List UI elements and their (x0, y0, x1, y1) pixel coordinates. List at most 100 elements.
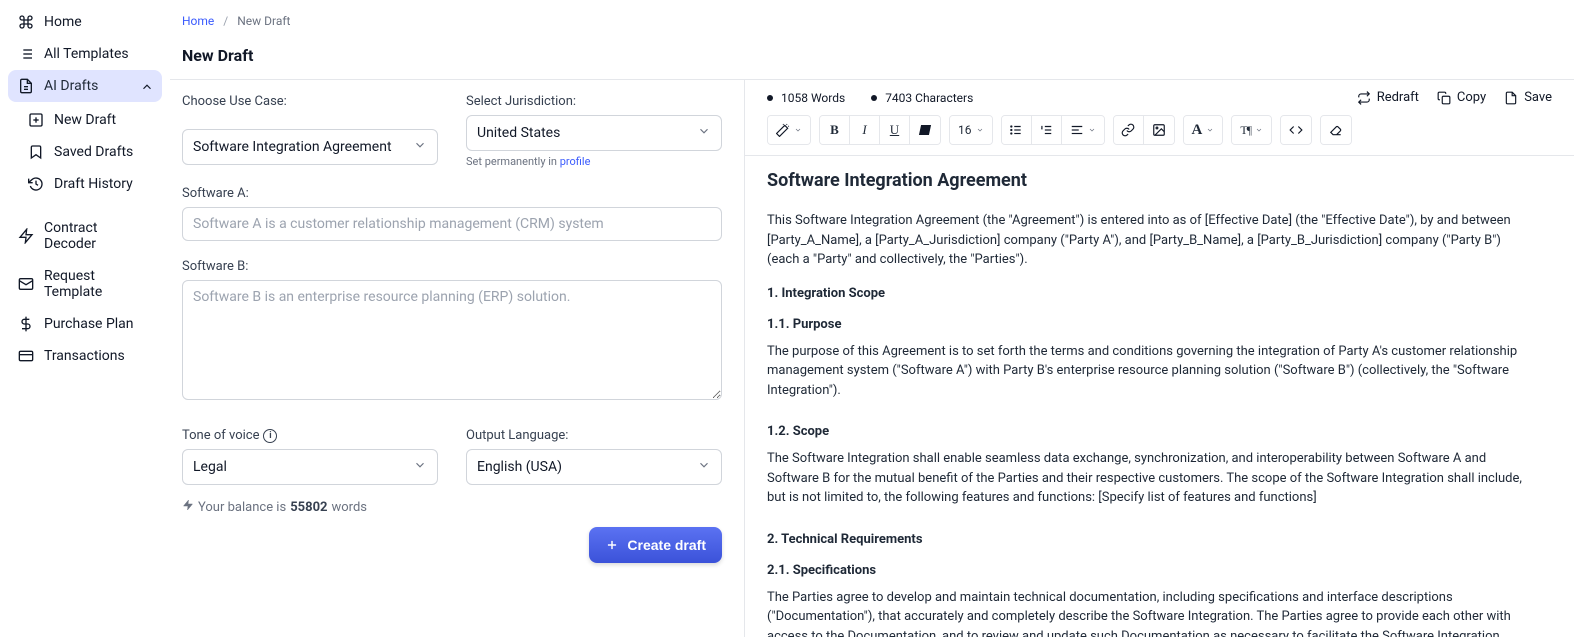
chevron-down-icon (794, 123, 802, 137)
tone-value: Legal (193, 459, 227, 475)
software-a-input[interactable] (182, 207, 722, 241)
sidebar-item-label: Saved Drafts (54, 144, 152, 160)
doc-h1-1: 1.1. Purpose (767, 317, 1530, 332)
link-button[interactable] (1114, 116, 1144, 144)
output-language-select[interactable]: English (USA) (466, 449, 722, 485)
sidebar-item-request-template[interactable]: Request Template (8, 260, 162, 308)
image-button[interactable] (1144, 116, 1174, 144)
sidebar-item-label: New Draft (54, 112, 152, 128)
bolt-icon (18, 228, 34, 244)
plus-icon (605, 538, 619, 552)
software-a-label: Software A: (182, 186, 722, 201)
chevron-down-icon (697, 124, 711, 142)
code-icon (1289, 123, 1303, 137)
sidebar-item-label: Transactions (44, 348, 152, 364)
paragraph-icon: T¶ (1240, 123, 1251, 138)
sidebar-item-label: Purchase Plan (44, 316, 152, 332)
font-size-select[interactable]: 16 (950, 116, 992, 144)
info-icon: i (263, 429, 277, 443)
paragraph-format-button[interactable]: T¶ (1232, 116, 1271, 144)
chevron-down-icon (1206, 123, 1214, 137)
use-case-select[interactable]: Software Integration Agreement (182, 129, 438, 165)
underline-button[interactable]: U (880, 116, 910, 144)
align-icon (1070, 123, 1084, 137)
copy-icon (1437, 91, 1451, 105)
doc-title: Software Integration Agreement (767, 170, 1530, 191)
chevron-up-icon (140, 80, 152, 92)
text-color-icon: A (1192, 122, 1203, 139)
sidebar-item-label: All Templates (44, 46, 152, 62)
chevron-down-icon (413, 458, 427, 476)
bold-button[interactable]: B (820, 116, 850, 144)
sidebar-item-new-draft[interactable]: New Draft (14, 104, 162, 136)
sidebar-item-label: AI Drafts (44, 78, 98, 94)
image-icon (1152, 123, 1166, 137)
output-language-value: English (USA) (477, 459, 562, 475)
doc-h2-1: 2.1. Specifications (767, 563, 1530, 578)
sidebar-item-draft-history[interactable]: Draft History (14, 168, 162, 200)
magic-wand-icon (776, 123, 790, 137)
editor-panel: 1058 Words 7403 Characters Redraft Copy … (745, 79, 1574, 637)
sidebar-item-contract-decoder[interactable]: Contract Decoder (8, 212, 162, 260)
sidebar-item-transactions[interactable]: Transactions (8, 340, 162, 372)
bullet-list-button[interactable] (1002, 116, 1032, 144)
code-view-button[interactable] (1281, 116, 1311, 144)
highlight-button[interactable] (910, 116, 940, 144)
bookmark-icon (28, 144, 44, 160)
document-content[interactable]: Software Integration Agreement This Soft… (767, 170, 1530, 637)
eraser-button[interactable] (1321, 116, 1351, 144)
sidebar-item-saved-drafts[interactable]: Saved Drafts (14, 136, 162, 168)
doc-p1-2: The Software Integration shall enable se… (767, 449, 1530, 508)
breadcrumb-home-link[interactable]: Home (182, 14, 214, 28)
sidebar-item-all-templates[interactable]: All Templates (8, 38, 162, 70)
software-b-label: Software B: (182, 259, 722, 274)
mail-icon (18, 276, 34, 292)
ai-drafts-submenu: New Draft Saved Drafts Draft History (8, 104, 162, 200)
doc-h1: 1. Integration Scope (767, 286, 1530, 301)
main: Home / New Draft New Draft Choose Use Ca… (170, 0, 1574, 637)
file-icon (1504, 91, 1518, 105)
chevron-down-icon (1088, 123, 1096, 137)
refresh-icon (1357, 91, 1371, 105)
software-b-textarea[interactable] (182, 280, 722, 400)
doc-h1-2: 1.2. Scope (767, 424, 1530, 439)
text-color-button[interactable]: A (1184, 116, 1223, 144)
chevron-down-icon (976, 123, 984, 137)
jurisdiction-label: Select Jurisdiction: (466, 94, 722, 109)
sidebar-item-ai-drafts[interactable]: AI Drafts (8, 70, 162, 102)
align-button[interactable] (1062, 116, 1104, 144)
document-viewport[interactable]: Software Integration Agreement This Soft… (745, 156, 1574, 637)
sidebar: Home All Templates AI Drafts New Draft S… (0, 0, 170, 637)
breadcrumb-separator: / (217, 14, 234, 28)
doc-intro: This Software Integration Agreement (the… (767, 211, 1530, 270)
sidebar-item-label: Home (44, 14, 152, 30)
doc-p1-1: The purpose of this Agreement is to set … (767, 342, 1530, 401)
char-count: 7403 Characters (871, 91, 973, 105)
doc-h2: 2. Technical Requirements (767, 532, 1530, 547)
editor-toolbar: B I U 16 (745, 115, 1574, 156)
magic-button[interactable] (768, 116, 810, 144)
bullet-list-icon (1009, 123, 1023, 137)
command-icon (18, 14, 34, 30)
tone-select[interactable]: Legal (182, 449, 438, 485)
numbered-list-button[interactable] (1032, 116, 1062, 144)
italic-button[interactable]: I (850, 116, 880, 144)
sidebar-item-purchase-plan[interactable]: Purchase Plan (8, 308, 162, 340)
redraft-button[interactable]: Redraft (1357, 90, 1419, 105)
file-icon (18, 78, 34, 94)
profile-link[interactable]: profile (560, 155, 591, 168)
breadcrumb-current: New Draft (237, 14, 290, 28)
eraser-icon (1329, 123, 1343, 137)
chevron-down-icon (413, 138, 427, 156)
highlight-icon (919, 125, 931, 135)
sidebar-item-home[interactable]: Home (8, 6, 162, 38)
create-draft-button[interactable]: Create draft (589, 527, 722, 563)
copy-button[interactable]: Copy (1437, 90, 1486, 105)
numbered-list-icon (1039, 123, 1053, 137)
jurisdiction-value: United States (477, 125, 560, 141)
jurisdiction-select[interactable]: United States (466, 115, 722, 151)
history-icon (28, 176, 44, 192)
sidebar-item-label: Contract Decoder (44, 220, 152, 252)
output-language-label: Output Language: (466, 428, 722, 443)
save-button[interactable]: Save (1504, 90, 1552, 105)
